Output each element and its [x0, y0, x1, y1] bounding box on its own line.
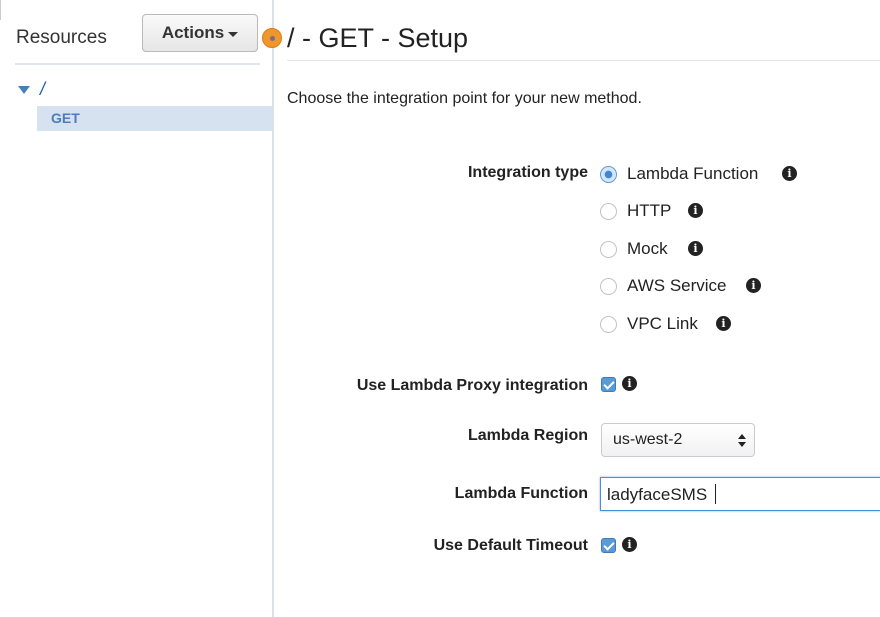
title-divider — [287, 60, 880, 61]
info-icon[interactable]: i — [622, 537, 637, 552]
select-up-arrow-icon — [738, 434, 746, 439]
lambda-region-value: us-west-2 — [613, 431, 683, 448]
lambda-proxy-label: Use Lambda Proxy integration — [356, 377, 588, 394]
radio-http[interactable] — [600, 203, 617, 220]
radio-mock[interactable] — [600, 241, 617, 258]
option-aws-service-label: AWS Service — [627, 276, 727, 295]
lambda-function-label: Lambda Function — [454, 485, 588, 502]
resources-sidebar: Resources Actions / GET — [0, 0, 273, 617]
actions-button-label: Actions — [161, 23, 225, 42]
info-icon[interactable]: i — [688, 241, 703, 256]
lambda-proxy-checkbox[interactable] — [601, 377, 616, 392]
option-vpc-link-label: VPC Link — [627, 314, 698, 333]
tree-root-resource[interactable]: / — [40, 79, 45, 100]
option-mock-label: Mock — [627, 239, 668, 258]
default-timeout-checkbox[interactable] — [601, 538, 616, 553]
radio-aws-service[interactable] — [600, 278, 617, 295]
info-icon[interactable]: i — [716, 316, 731, 331]
info-icon[interactable]: i — [782, 166, 797, 181]
page-title: / - GET - Setup — [287, 23, 469, 53]
lambda-region-select[interactable]: us-west-2 — [601, 423, 755, 457]
lambda-region-label: Lambda Region — [467, 427, 588, 444]
option-http-label: HTTP — [627, 201, 672, 220]
info-icon[interactable]: i — [746, 278, 761, 293]
actions-button[interactable]: Actions — [142, 14, 258, 52]
caret-down-icon — [228, 31, 239, 37]
tree-method-label: GET — [51, 110, 80, 126]
integration-type-label: Integration type — [467, 164, 588, 181]
option-lambda-function-label: Lambda Function — [627, 164, 759, 183]
tree-method-get[interactable]: GET — [37, 106, 273, 131]
page-subtitle: Choose the integration point for your ne… — [287, 90, 642, 107]
lambda-function-value: ladyfaceSMS — [607, 485, 708, 504]
info-icon[interactable]: i — [622, 376, 637, 391]
lambda-function-input[interactable]: ladyfaceSMS — [600, 477, 880, 511]
text-cursor — [715, 484, 716, 504]
sidebar-resize-handle[interactable] — [272, 0, 274, 617]
default-timeout-label: Use Default Timeout — [433, 537, 588, 554]
resources-divider — [15, 63, 260, 65]
info-icon[interactable]: i — [688, 203, 703, 218]
resize-handle-icon[interactable] — [262, 28, 282, 48]
resources-title: Resources — [16, 27, 107, 48]
select-down-arrow-icon — [738, 442, 746, 447]
tree-expand-icon[interactable] — [18, 86, 30, 94]
radio-vpc-link[interactable] — [600, 316, 617, 333]
radio-lambda-function[interactable] — [600, 166, 617, 183]
